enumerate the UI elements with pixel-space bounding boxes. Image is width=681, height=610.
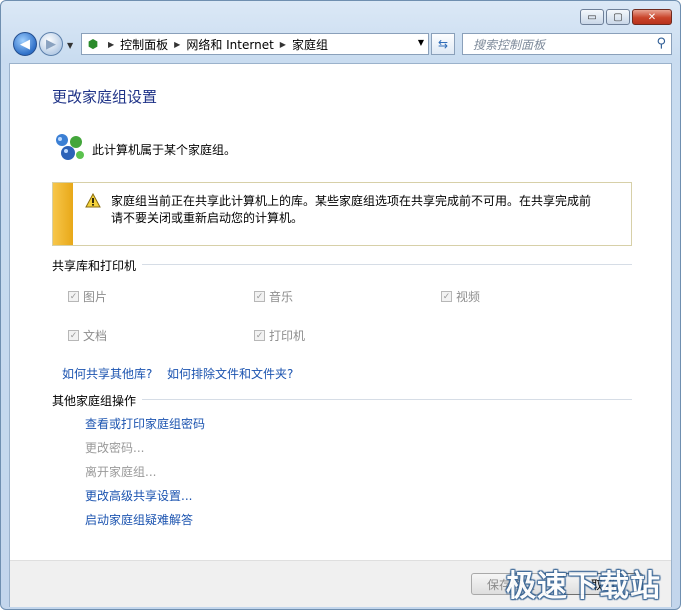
warning-line-2: 请不要关闭或重新启动您的计算机。 xyxy=(111,211,304,225)
share-music-checkbox[interactable]: ✓ 音乐 xyxy=(254,288,293,305)
search-box[interactable]: ⚲ xyxy=(462,33,672,55)
share-pictures-label: 图片 xyxy=(83,290,108,304)
maximize-button[interactable]: ▢ xyxy=(606,9,630,25)
minimize-button[interactable]: ▭ xyxy=(580,9,604,25)
link-advanced-sharing[interactable]: 更改高级共享设置... xyxy=(85,487,192,504)
address-dropdown-icon[interactable]: ▼ xyxy=(418,38,424,47)
share-documents-label: 文档 xyxy=(83,329,108,343)
warning-text: 家庭组当前正在共享此计算机上的库。某些家庭组选项在共享完成前不可用。在共享完成前… xyxy=(111,193,623,227)
warning-banner: 家庭组当前正在共享此计算机上的库。某些家庭组选项在共享完成前不可用。在共享完成前… xyxy=(52,182,632,246)
navigation-bar: ◀ ▶ ▼ ⬢ ▶ 控制面板 ▶ 网络和 Internet ▶ 家庭组 ▼ ⇆ … xyxy=(1,29,680,61)
arrow-left-icon: ◀ xyxy=(20,36,30,52)
refresh-button[interactable]: ⇆ xyxy=(431,33,455,55)
checkbox-checked-icon: ✓ xyxy=(254,330,265,341)
sharing-section-heading: 共享库和打印机 xyxy=(52,259,137,273)
window: ▭ ▢ ✕ ◀ ▶ ▼ ⬢ ▶ 控制面板 ▶ 网络和 Internet ▶ 家庭… xyxy=(0,0,681,610)
breadcrumb-control-panel[interactable]: 控制面板 xyxy=(120,36,168,53)
page-title: 更改家庭组设置 xyxy=(52,88,158,106)
window-controls: ▭ ▢ ✕ xyxy=(580,9,672,25)
checkbox-checked-icon: ✓ xyxy=(254,291,265,302)
link-view-print-password[interactable]: 查看或打印家庭组密码 xyxy=(85,415,205,432)
arrow-right-icon: ▶ xyxy=(46,36,56,52)
link-troubleshoot[interactable]: 启动家庭组疑难解答 xyxy=(85,511,193,528)
forward-button[interactable]: ▶ xyxy=(39,32,63,56)
back-button[interactable]: ◀ xyxy=(13,32,37,56)
warning-bar xyxy=(53,183,73,245)
breadcrumb-homegroup[interactable]: 家庭组 xyxy=(292,36,328,53)
sharing-divider xyxy=(142,264,632,265)
share-printers-label: 打印机 xyxy=(269,329,306,343)
control-panel-icon: ⬢ xyxy=(87,37,99,51)
link-leave-homegroup: 离开家庭组... xyxy=(85,465,157,479)
chevron-right-icon: ▶ xyxy=(174,39,181,49)
chevron-down-icon: ▼ xyxy=(67,41,74,50)
share-music-label: 音乐 xyxy=(269,290,294,304)
recent-pages-dropdown[interactable]: ▼ xyxy=(67,41,73,50)
share-videos-label: 视频 xyxy=(456,290,481,304)
membership-status: 此计算机属于某个家庭组。 xyxy=(92,143,237,157)
warning-icon xyxy=(85,193,101,208)
checkbox-checked-icon: ✓ xyxy=(441,291,452,302)
link-change-password: 更改密码... xyxy=(85,441,145,455)
link-exclude-files[interactable]: 如何排除文件和文件夹? xyxy=(167,365,293,382)
search-icon[interactable]: ⚲ xyxy=(656,36,666,51)
link-share-other-libraries[interactable]: 如何共享其他库? xyxy=(62,365,152,382)
share-documents-checkbox[interactable]: ✓ 文档 xyxy=(68,327,107,344)
close-button[interactable]: ✕ xyxy=(632,9,672,25)
share-printers-checkbox[interactable]: ✓ 打印机 xyxy=(254,327,305,344)
actions-section-heading: 其他家庭组操作 xyxy=(52,394,137,408)
actions-divider xyxy=(142,399,632,400)
homegroup-icon xyxy=(56,134,84,160)
address-bar[interactable]: ⬢ ▶ 控制面板 ▶ 网络和 Internet ▶ 家庭组 ▼ xyxy=(81,33,429,55)
chevron-right-icon: ▶ xyxy=(279,39,286,49)
refresh-icon: ⇆ xyxy=(437,37,449,51)
checkbox-checked-icon: ✓ xyxy=(68,291,79,302)
share-videos-checkbox[interactable]: ✓ 视频 xyxy=(441,288,480,305)
chevron-right-icon: ▶ xyxy=(108,39,115,49)
share-pictures-checkbox[interactable]: ✓ 图片 xyxy=(68,288,107,305)
content-pane: 更改家庭组设置 此计算机属于某个家庭组。 家庭组当前正在共享此计算机上的库。某些… xyxy=(9,63,672,607)
search-input[interactable] xyxy=(471,35,655,55)
breadcrumb-network-internet[interactable]: 网络和 Internet xyxy=(186,36,273,53)
watermark-logo: 极速下载站 xyxy=(506,569,661,604)
checkbox-checked-icon: ✓ xyxy=(68,330,79,341)
warning-line-1: 家庭组当前正在共享此计算机上的库。某些家庭组选项在共享完成前不可用。在共享完成前 xyxy=(111,194,592,208)
